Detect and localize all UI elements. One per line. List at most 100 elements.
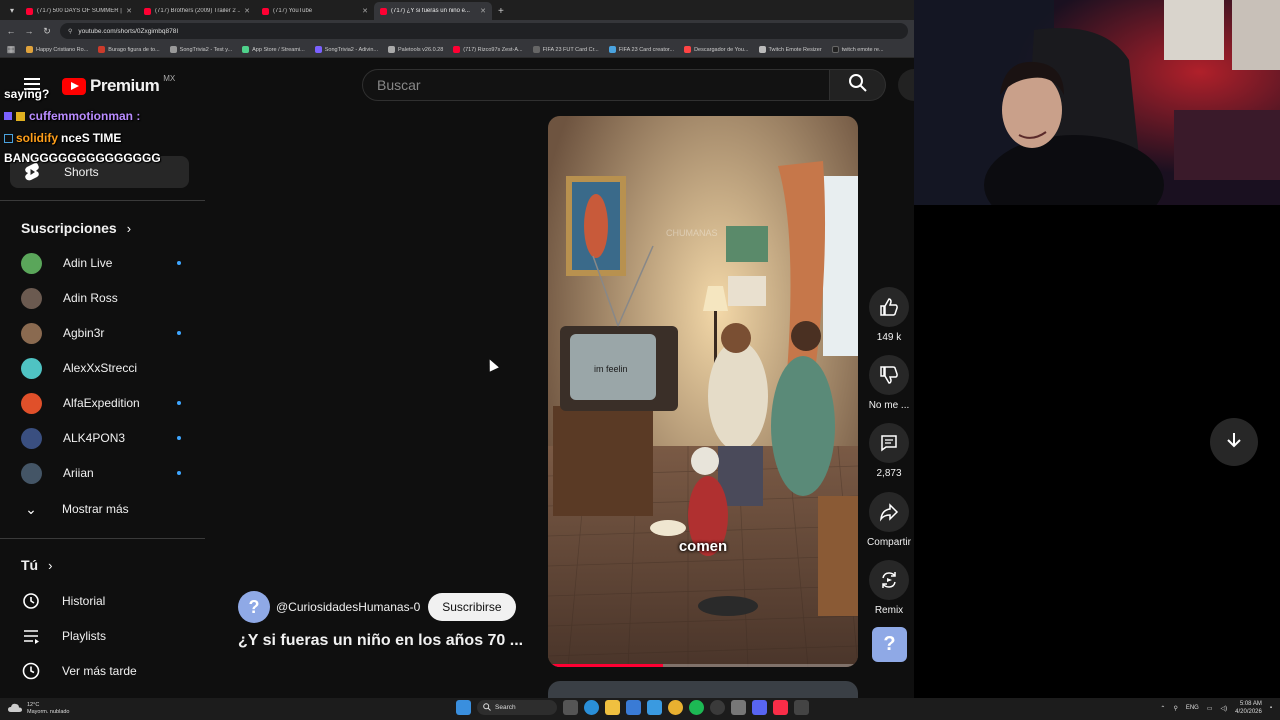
comments-button[interactable]: 2,873 bbox=[866, 423, 912, 479]
apps-grid-icon[interactable]: ▦ bbox=[6, 44, 16, 55]
cloud-icon bbox=[8, 700, 22, 718]
bookmark[interactable]: Happy Cristiano Ro... bbox=[26, 46, 88, 53]
task-view-icon[interactable] bbox=[563, 700, 578, 715]
site-info-icon[interactable]: ⚲ bbox=[68, 28, 72, 35]
bookmark-label: Paletools v26.0.28 bbox=[398, 46, 444, 53]
stream-side-panel bbox=[914, 0, 1280, 698]
subscribe-button[interactable]: Suscribirse bbox=[428, 593, 516, 621]
subscription-item[interactable]: Ariian bbox=[21, 458, 181, 488]
bookmark[interactable]: SongTrivia2 - Test y... bbox=[169, 46, 233, 53]
bookmark[interactable]: FIFA 23 Card creator... bbox=[608, 46, 674, 53]
search-button[interactable] bbox=[830, 69, 886, 101]
file-explorer-icon[interactable] bbox=[605, 700, 620, 715]
forward-icon[interactable]: → bbox=[24, 26, 34, 36]
chrome-icon[interactable] bbox=[668, 700, 683, 715]
show-more-button[interactable]: ⌄ Mostrar más bbox=[21, 494, 191, 524]
channel-avatar[interactable]: ? bbox=[238, 591, 270, 623]
music-icon[interactable] bbox=[773, 700, 788, 715]
video-progress-bar[interactable] bbox=[548, 664, 858, 667]
weather-widget[interactable]: 12°C Mayorm. nublado bbox=[8, 700, 70, 718]
subscription-item[interactable]: AlfaExpedition bbox=[21, 388, 181, 418]
video-title[interactable]: ¿Y si fueras un niño en los años 70 ... bbox=[238, 632, 523, 650]
bookmark[interactable]: FIFA 23 FUT Card Cr... bbox=[532, 46, 599, 53]
subscription-item[interactable]: AlexXxStrecci bbox=[21, 353, 181, 383]
close-tab-icon[interactable]: ✕ bbox=[244, 7, 250, 15]
bookmark[interactable]: App Store / Streami... bbox=[242, 46, 305, 53]
watermark-text: CHUMANAS bbox=[666, 228, 718, 238]
channel-name[interactable]: @CuriosidadesHumanas-0 bbox=[276, 600, 420, 614]
tab-search-icon[interactable]: ▾ bbox=[4, 0, 20, 20]
bookmark[interactable]: (717) Rizco97s Zest-A... bbox=[453, 46, 523, 53]
browser-tab-active[interactable]: (717) ¿Y si fueras un niño e... ✕ bbox=[374, 2, 492, 20]
clock[interactable]: 5:08 AM 4/20/2026 bbox=[1235, 700, 1262, 716]
subscription-item[interactable]: Adin Live bbox=[21, 248, 181, 278]
youtube-logo[interactable]: Premium MX bbox=[62, 74, 175, 96]
subscription-item[interactable]: Agbin3r bbox=[21, 318, 181, 348]
thumbs-up-icon bbox=[869, 287, 909, 327]
like-button[interactable]: 149 k bbox=[866, 287, 912, 343]
windows-start-icon[interactable] bbox=[456, 700, 471, 715]
volume-icon[interactable]: ◁) bbox=[1221, 705, 1228, 712]
you-heading[interactable]: Tú › bbox=[21, 557, 52, 573]
subscription-item[interactable]: Adin Ross bbox=[21, 283, 181, 313]
divider bbox=[0, 200, 205, 201]
taskbar-search[interactable]: Search bbox=[477, 700, 557, 715]
search-icon bbox=[848, 73, 868, 98]
bookmark[interactable]: SongTrivia2 - Adivin... bbox=[314, 46, 378, 53]
back-icon[interactable]: ← bbox=[6, 26, 16, 36]
share-button[interactable]: Compartir bbox=[866, 492, 912, 548]
short-video-player[interactable]: im feelin CHUMANAS comen bbox=[548, 116, 858, 667]
windows-taskbar: 12°C Mayorm. nublado Search ⌃ ⚲ ENG ▭ ◁)… bbox=[0, 698, 1280, 720]
voice-search-button[interactable] bbox=[898, 69, 914, 101]
notifications-icon[interactable]: ▪ bbox=[1270, 705, 1272, 711]
sidebar-item-playlists[interactable]: Playlists bbox=[21, 621, 191, 651]
reload-icon[interactable]: ↻ bbox=[42, 26, 52, 37]
next-short-button[interactable] bbox=[1210, 418, 1258, 466]
bookmark[interactable]: twitch emote re... bbox=[831, 46, 884, 53]
bookmark-icon bbox=[169, 46, 177, 53]
search-input[interactable]: Buscar bbox=[362, 69, 830, 101]
new-content-dot-icon bbox=[177, 401, 181, 405]
bookmark-label: (717) Rizco97s Zest-A... bbox=[463, 46, 523, 53]
close-tab-icon[interactable]: ✕ bbox=[362, 7, 368, 15]
bookmark-icon bbox=[758, 46, 766, 53]
bookmark[interactable]: Twitch Emote Resizer bbox=[758, 46, 822, 53]
channel-row: ? @CuriosidadesHumanas-0 Suscribirse bbox=[238, 591, 516, 623]
new-tab-button[interactable]: + bbox=[492, 2, 510, 20]
subscription-item[interactable]: ALK4PON3 bbox=[21, 423, 181, 453]
obs-icon[interactable] bbox=[794, 700, 809, 715]
dislike-button[interactable]: No me ... bbox=[866, 355, 912, 411]
remix-button[interactable]: Remix bbox=[866, 560, 912, 616]
bookmark[interactable]: Descargador de You... bbox=[684, 46, 749, 53]
language-indicator[interactable]: ENG bbox=[1186, 705, 1199, 711]
sidebar-item-history[interactable]: Historial bbox=[21, 586, 191, 616]
network-icon[interactable]: ▭ bbox=[1207, 705, 1213, 712]
store-icon[interactable] bbox=[626, 700, 641, 715]
bookmark[interactable]: Burago figura de to... bbox=[98, 46, 160, 53]
chevron-up-icon[interactable]: ⌃ bbox=[1160, 705, 1165, 712]
mail-icon[interactable] bbox=[647, 700, 662, 715]
bookmark[interactable]: Paletools v26.0.28 bbox=[388, 46, 443, 53]
address-bar[interactable]: ⚲ youtube.com/shorts/0Zxgimbq878I bbox=[60, 23, 908, 39]
location-icon[interactable]: ⚲ bbox=[1173, 705, 1177, 712]
share-icon bbox=[869, 492, 909, 532]
next-short-preview[interactable] bbox=[548, 681, 858, 698]
close-tab-icon[interactable]: ✕ bbox=[480, 7, 486, 15]
bookmarks-bar: ▦ Happy Cristiano Ro... Burago figura de… bbox=[0, 42, 914, 58]
sound-thumbnail[interactable]: ? bbox=[872, 627, 907, 662]
discord-icon[interactable] bbox=[752, 700, 767, 715]
subscriptions-heading[interactable]: Suscripciones › bbox=[21, 220, 131, 236]
spotify-icon[interactable] bbox=[689, 700, 704, 715]
app-icon[interactable] bbox=[731, 700, 746, 715]
browser-tab[interactable]: (717) YouTube ✕ bbox=[256, 2, 374, 20]
chat-message: solidify nceS TIME bbox=[4, 131, 121, 145]
sidebar-item-watch-later[interactable]: Ver más tarde bbox=[21, 656, 191, 686]
browser-tab[interactable]: (717) Brothers (2009) Trailer 2 ... ✕ bbox=[138, 2, 256, 20]
close-tab-icon[interactable]: ✕ bbox=[126, 7, 132, 15]
bookmark-label: SongTrivia2 - Test y... bbox=[179, 46, 233, 53]
chevron-right-icon: › bbox=[126, 220, 132, 236]
browser-tab[interactable]: (717) 500 DAYS OF SUMMER | ... ✕ bbox=[20, 2, 138, 20]
steam-icon[interactable] bbox=[710, 700, 725, 715]
bookmark-label: FIFA 23 FUT Card Cr... bbox=[542, 46, 599, 53]
edge-icon[interactable] bbox=[584, 700, 599, 715]
